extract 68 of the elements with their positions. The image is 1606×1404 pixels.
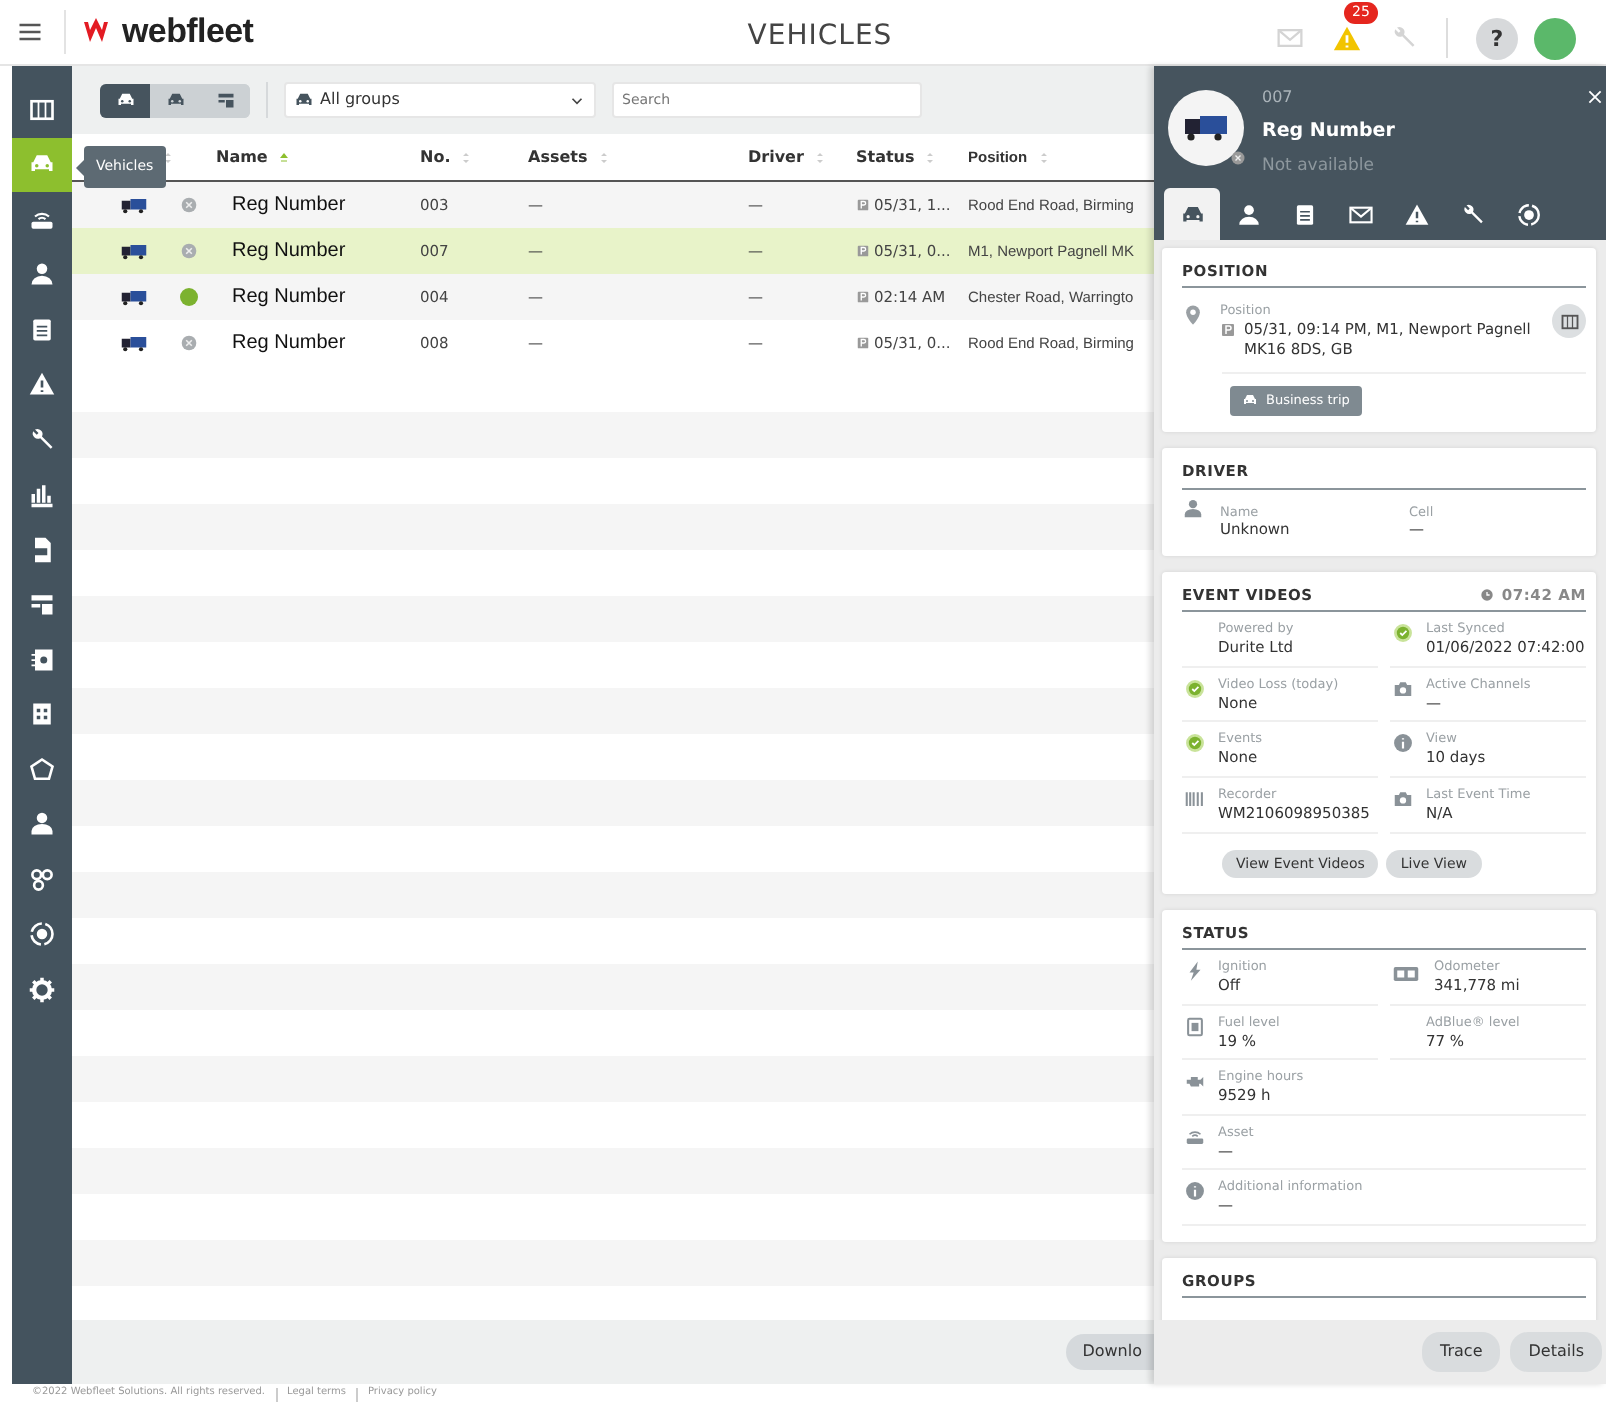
- settings-icon: [28, 975, 56, 1004]
- check-circle-icon: [1183, 732, 1205, 755]
- sort-icon[interactable]: [160, 149, 176, 165]
- info-icon: [1183, 1180, 1205, 1203]
- car-icon: [294, 90, 314, 110]
- person-icon: [1235, 201, 1261, 227]
- check-circle-icon: [1183, 677, 1205, 700]
- wifi-box-icon: [1183, 1125, 1205, 1148]
- clipboard-icon: [1291, 201, 1317, 227]
- vehicle-name: Reg Number: [230, 332, 346, 354]
- person-icon: [28, 260, 56, 289]
- mail-icon: [1347, 201, 1373, 227]
- vehicle-name: Reg Number: [1262, 118, 1395, 146]
- warning-icon: [1403, 201, 1429, 227]
- column-header[interactable]: No.: [420, 145, 451, 169]
- target-icon: [28, 920, 56, 949]
- contact-book-icon: [28, 645, 56, 674]
- column-header[interactable]: Status: [856, 145, 915, 169]
- target-icon: [1515, 201, 1541, 227]
- warning-icon: [28, 370, 56, 399]
- map-icon: [28, 95, 56, 124]
- close-icon[interactable]: [1586, 88, 1604, 106]
- fuel-gauge-icon: [1183, 1015, 1205, 1038]
- wrench-icon: [28, 425, 56, 454]
- clipboard-icon: [28, 315, 56, 344]
- rings-icon: [28, 865, 56, 894]
- building-icon: [28, 700, 56, 729]
- map-icon: [1559, 311, 1579, 332]
- logo-text: webfleet: [122, 10, 254, 55]
- car-icon: [165, 90, 185, 110]
- page-title: VEHICLES: [745, 18, 895, 56]
- car-icon: [115, 90, 135, 110]
- menu-icon[interactable]: [16, 18, 44, 46]
- view-toggle-button[interactable]: [100, 83, 150, 117]
- column-header[interactable]: Driver: [748, 145, 804, 169]
- group-select[interactable]: All groups: [284, 82, 596, 118]
- map-button[interactable]: [1552, 304, 1586, 339]
- clock-icon: [1479, 588, 1494, 603]
- wrench-icon: [1459, 201, 1485, 227]
- info-icon: [1391, 732, 1413, 755]
- column-header[interactable]: Assets: [528, 145, 588, 169]
- availability-text: Not available: [1262, 154, 1376, 180]
- download-button[interactable]: Downlo: [1066, 1334, 1154, 1370]
- bar-chart-icon: [28, 480, 56, 509]
- panel-button[interactable]: Details: [1510, 1332, 1602, 1372]
- parking-icon: [856, 198, 870, 212]
- barcode-icon: [1183, 787, 1205, 810]
- polygon-icon: [28, 755, 56, 784]
- help-button[interactable]: ?: [1476, 17, 1518, 59]
- parking-icon: [856, 290, 870, 304]
- panel-tab[interactable]: [1164, 188, 1220, 240]
- vehicle-name: Reg Number: [230, 194, 346, 216]
- camera-icon: [1391, 787, 1413, 810]
- person-icon: [28, 810, 56, 839]
- car-icon: [1179, 201, 1205, 227]
- vehicle-number: 007: [1262, 86, 1295, 110]
- panel-button[interactable]: Trace: [1422, 1332, 1501, 1372]
- camera-icon: [1391, 677, 1413, 700]
- person-icon: [1182, 497, 1204, 520]
- vehicle-name: Reg Number: [230, 286, 346, 308]
- check-circle-icon: [1391, 622, 1413, 645]
- parking-icon: [1220, 322, 1236, 339]
- parking-icon: [856, 336, 870, 350]
- car-icon: [1242, 392, 1258, 409]
- column-header[interactable]: Name: [216, 145, 268, 169]
- location-pin-icon: [1182, 304, 1204, 327]
- vehicle-name: Reg Number: [230, 240, 346, 262]
- parking-icon: [856, 244, 870, 258]
